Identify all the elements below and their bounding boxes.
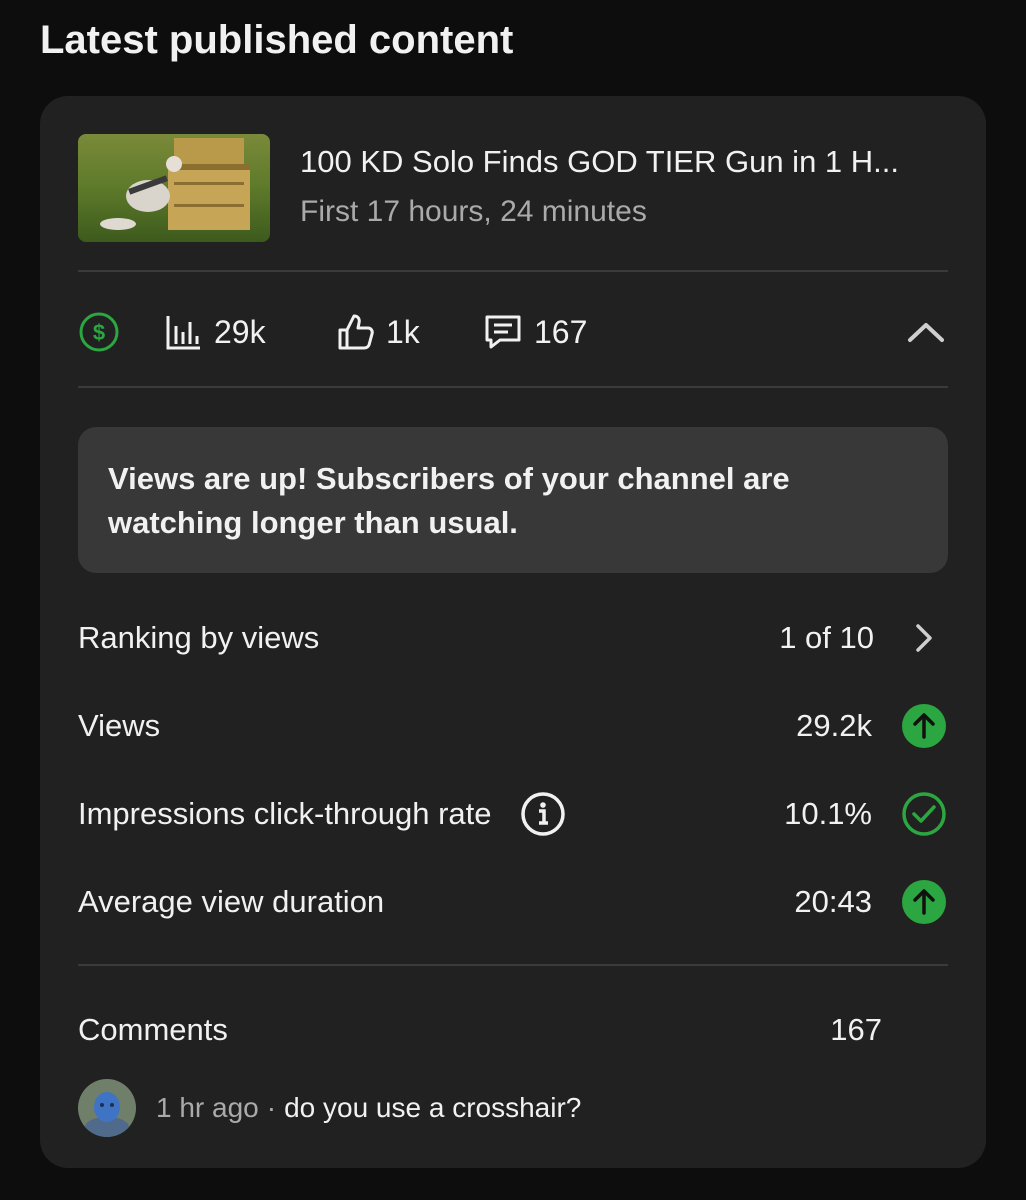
latest-comment[interactable]: 1 hr ago · do you use a crosshair? <box>78 1078 948 1138</box>
video-timeframe: First 17 hours, 24 minutes <box>300 195 647 228</box>
arrow-up-icon <box>902 704 946 748</box>
dollar-circle-icon: $ <box>79 312 119 352</box>
comment-icon <box>485 315 521 349</box>
bar-chart-icon <box>166 316 200 350</box>
metric-status <box>900 878 948 926</box>
chevron-right-icon <box>916 624 932 652</box>
metric-label: Impressions click-through rate <box>78 791 566 837</box>
stats-row: $ 29k 1k 167 <box>78 272 948 388</box>
avatar-icon <box>78 1079 136 1137</box>
video-thumbnail[interactable] <box>78 134 270 242</box>
comments-count: 167 <box>534 313 588 350</box>
likes-count: 1k <box>386 313 420 350</box>
comments-total: 167 <box>830 1012 882 1047</box>
check-circle-icon <box>902 792 946 836</box>
insight-banner: Views are up! Subscribers of your channe… <box>78 427 948 573</box>
comment-separator: · <box>266 1092 277 1123</box>
views-count: 29k <box>214 313 266 350</box>
arrow-up-icon <box>902 880 946 924</box>
latest-content-card[interactable]: 100 KD Solo Finds GOD TIER Gun in 1 H...… <box>40 96 986 1168</box>
comments-stat[interactable]: 167 <box>482 312 587 352</box>
metric-value: 10.1% <box>784 796 872 831</box>
metric-label-text: Impressions click-through rate <box>78 796 492 831</box>
chevron-up-icon <box>908 323 944 342</box>
metric-views-row[interactable]: Views 29.2k <box>78 696 948 756</box>
comment-time: 1 hr ago <box>156 1092 259 1123</box>
likes-stat[interactable]: 1k <box>336 312 420 352</box>
metric-status <box>900 614 948 662</box>
metric-label: Average view duration <box>78 884 385 919</box>
svg-text:$: $ <box>93 320 105 345</box>
metric-avd-row[interactable]: Average view duration 20:43 <box>78 872 948 932</box>
thumbnail-image-icon <box>78 134 270 242</box>
info-icon <box>520 792 565 836</box>
metric-status <box>900 702 948 750</box>
comments-section-header[interactable]: Comments 167 <box>78 998 948 1058</box>
divider <box>78 964 948 966</box>
video-title[interactable]: 100 KD Solo Finds GOD TIER Gun in 1 H... <box>300 144 899 180</box>
views-stat[interactable]: 29k <box>164 312 266 352</box>
comment-text: do you use a crosshair? <box>284 1092 582 1123</box>
metric-ctr-row[interactable]: Impressions click-through rate 10.1% <box>78 784 948 844</box>
avatar <box>78 1079 136 1137</box>
monetization-stat[interactable]: $ <box>78 312 120 352</box>
section-heading: Latest published content <box>40 18 514 62</box>
metric-ranking-row[interactable]: Ranking by views 1 of 10 <box>78 608 948 668</box>
metric-label: Views <box>78 708 161 743</box>
metric-value: 1 of 10 <box>779 620 874 655</box>
metric-status <box>900 790 948 838</box>
metric-label: Ranking by views <box>78 620 320 655</box>
divider <box>78 386 948 388</box>
collapse-button[interactable] <box>904 310 948 354</box>
metric-value: 29.2k <box>796 708 872 743</box>
info-button[interactable] <box>520 791 566 837</box>
comments-label: Comments <box>78 1012 228 1047</box>
metric-value: 20:43 <box>794 884 872 919</box>
thumbs-up-icon <box>338 314 374 350</box>
